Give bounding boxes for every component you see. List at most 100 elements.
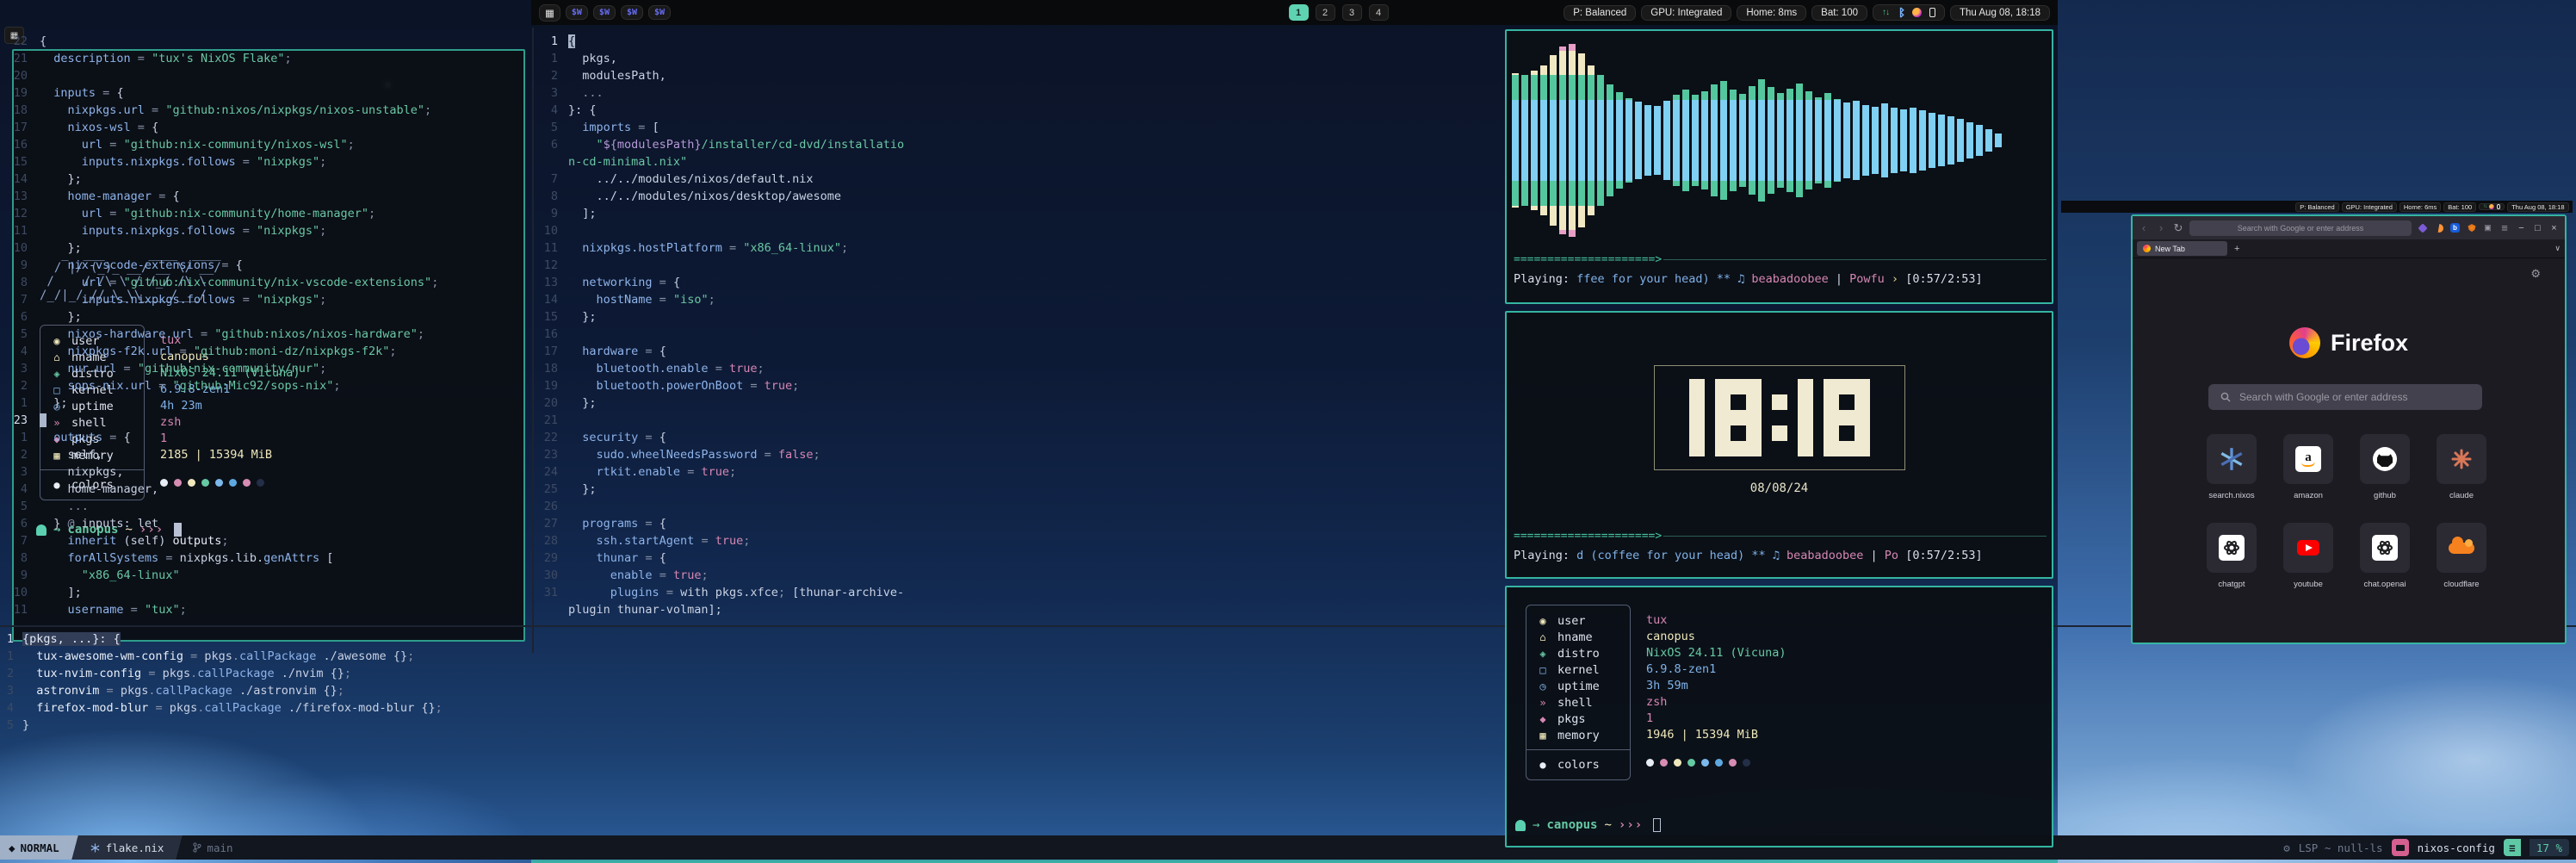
line-number <box>536 601 568 618</box>
shortcut-chat-openai[interactable]: chat.openai <box>2360 523 2410 589</box>
visualizer-bar <box>1853 101 1860 180</box>
tab-new-tab[interactable]: New Tab <box>2137 241 2227 256</box>
bluetooth-icon[interactable] <box>1897 7 1904 18</box>
gear-icon: ⚙ <box>2283 841 2290 854</box>
fetch-value-pkgs: 1 <box>1646 710 1786 726</box>
terminal-window-clock[interactable]: 08/08/24 =====================> Playing:… <box>1505 311 2053 579</box>
code-text: description = "tux's NixOS Flake"; <box>40 50 292 67</box>
extension-icon-darkreader[interactable] <box>2433 222 2444 233</box>
code-text: enable = true; <box>568 567 709 584</box>
line-number: 14 <box>2 171 40 188</box>
code-text: url = "github:nix-community/nix-vscode-e… <box>40 274 438 291</box>
line-number: 3 <box>2 360 40 377</box>
line-number: 20 <box>2 67 40 84</box>
media-player-icon[interactable] <box>1912 8 1922 17</box>
url-bar[interactable]: Search with Google or enter address <box>2189 220 2412 236</box>
now-playing-text: d (coffee for your head) ** <box>1576 549 1773 562</box>
extension-icon-purple[interactable] <box>2417 222 2428 233</box>
code-text: inputs.nixpkgs.follows = "nixpkgs"; <box>40 153 326 171</box>
gear-icon[interactable]: ⚙ <box>2530 267 2541 281</box>
workspace-button-4[interactable]: 4 <box>1369 4 1389 21</box>
code-text: astronvim = pkgs.callPackage ./astronvim… <box>22 682 344 699</box>
maximize-button[interactable]: □ <box>2532 223 2543 233</box>
extension-icon-metamask[interactable] <box>2466 222 2477 233</box>
openai-icon <box>2207 523 2257 573</box>
code-text: ../../modules/nixos/default.nix <box>568 171 813 188</box>
distro-icon: ◈ <box>1537 648 1549 660</box>
visualizer-bar <box>1824 93 1831 188</box>
vim-icon: ◆ <box>9 841 15 854</box>
minimize-button[interactable]: − <box>2516 223 2527 233</box>
code-line: 8 url = "github:nix-community/nix-vscode… <box>2 274 532 291</box>
vertical-split-separator[interactable] <box>532 28 534 653</box>
extensions-puzzle-icon[interactable]: ▣ <box>2482 222 2493 233</box>
new-tab-button[interactable]: + <box>2234 244 2239 254</box>
claude-icon <box>2437 434 2486 484</box>
dock-icon-4[interactable]: $W <box>648 5 671 20</box>
shortcut-amazon[interactable]: aamazon <box>2283 434 2333 500</box>
code-text: } <box>22 717 29 734</box>
media-player-icon <box>2489 204 2494 209</box>
editor-pane-iso-image[interactable]: 1{1 pkgs,2 modulesPath,3 ...4}: {5 impor… <box>536 28 954 653</box>
prompt-chevrons: ››› <box>1619 818 1643 832</box>
visualizer-bar <box>1569 44 1576 237</box>
code-line: 13 home-manager = { <box>2 188 532 205</box>
firefox-window: ‹ › ↻ Search with Google or enter addres… <box>2131 214 2567 644</box>
launcher-module[interactable]: ▦ <box>539 4 560 22</box>
code-text: networking = { <box>568 274 680 291</box>
palette-dot <box>1701 759 1709 767</box>
shell-prompt[interactable]: → canopus ~ ››› <box>1515 818 1661 832</box>
workspace-button-2[interactable]: 2 <box>1316 4 1335 21</box>
power-profile-module: P: Balanced <box>2295 202 2338 212</box>
workspace-button-3[interactable]: 3 <box>1342 4 1362 21</box>
line-number: 11 <box>2 222 40 239</box>
workspace-button-1[interactable]: 1 <box>1289 4 1309 21</box>
code-line: 3 ... <box>536 84 954 102</box>
reload-button[interactable]: ↻ <box>2172 221 2184 235</box>
editor-pane-pkgs-default[interactable]: 1{pkgs, ...}: {1 tux-awesome-wm-config =… <box>0 627 2576 754</box>
phone-icon[interactable] <box>1929 8 1935 17</box>
fetch-row-uptime: ◷uptime <box>1526 678 1630 694</box>
fetch-value-user: tux <box>1646 612 1786 628</box>
terminal-window-visualizer[interactable]: =====================> Playing: ffee for… <box>1505 29 2053 304</box>
shortcut-search-nixos[interactable]: search.nixos <box>2207 434 2257 500</box>
code-text: username = "tux"; <box>40 601 187 618</box>
code-line: 6 } @ inputs: let <box>2 515 532 532</box>
palette-dot <box>1743 759 1750 767</box>
visualizer-bar <box>1559 47 1566 233</box>
fetch-divider <box>1526 749 1630 750</box>
dock-icon-1[interactable]: $W <box>566 5 588 20</box>
code-text: { <box>40 33 46 50</box>
code-line: 10 }; <box>2 239 532 257</box>
file-segment: flake.nix <box>80 835 175 860</box>
search-input[interactable]: Search with Google or enter address <box>2208 384 2482 410</box>
dock-icon-2[interactable]: $W <box>593 5 616 20</box>
shortcut-chatgpt[interactable]: chatgpt <box>2207 523 2257 589</box>
list-tabs-chevron-icon[interactable]: ∨ <box>2554 244 2561 253</box>
extension-icon-bitwarden[interactable]: b <box>2449 222 2461 233</box>
shortcut-claude[interactable]: claude <box>2437 434 2486 500</box>
code-line: 21 description = "tux's NixOS Flake"; <box>2 50 532 67</box>
shortcut-github[interactable]: github <box>2360 434 2410 500</box>
forward-button[interactable]: › <box>2155 221 2167 234</box>
clock-digit-1 <box>1689 379 1705 456</box>
code-line: 24 rtkit.enable = true; <box>536 463 954 481</box>
terminal-window-fastfetch-right[interactable]: ◉user⌂hname◈distro□kernel◷uptime»shell◆p… <box>1505 586 2053 847</box>
line-number: 21 <box>536 412 568 429</box>
shortcut-youtube[interactable]: youtube <box>2283 523 2333 589</box>
code-text: ssh.startAgent = true; <box>568 532 750 549</box>
git-branch-icon <box>193 842 201 853</box>
line-number: 22 <box>536 429 568 446</box>
back-button[interactable]: ‹ <box>2138 221 2150 234</box>
network-icon[interactable]: ↑↓ <box>1882 8 1889 17</box>
menu-button[interactable]: ≡ <box>2499 221 2511 234</box>
code-line: 16 <box>536 326 954 343</box>
battery-module: Bat: 100 <box>1811 5 1867 21</box>
shortcut-cloudflare[interactable]: cloudflare <box>2437 523 2486 589</box>
code-line: 25 }; <box>536 481 954 498</box>
editor-pane-flake-nix[interactable]: 22{21 description = "tux's NixOS Flake";… <box>2 28 532 653</box>
code-line: 1 pkgs, <box>536 50 954 67</box>
close-button[interactable]: × <box>2548 223 2560 233</box>
visualizer-bar <box>1891 108 1898 173</box>
dock-icon-3[interactable]: $W <box>621 5 643 20</box>
